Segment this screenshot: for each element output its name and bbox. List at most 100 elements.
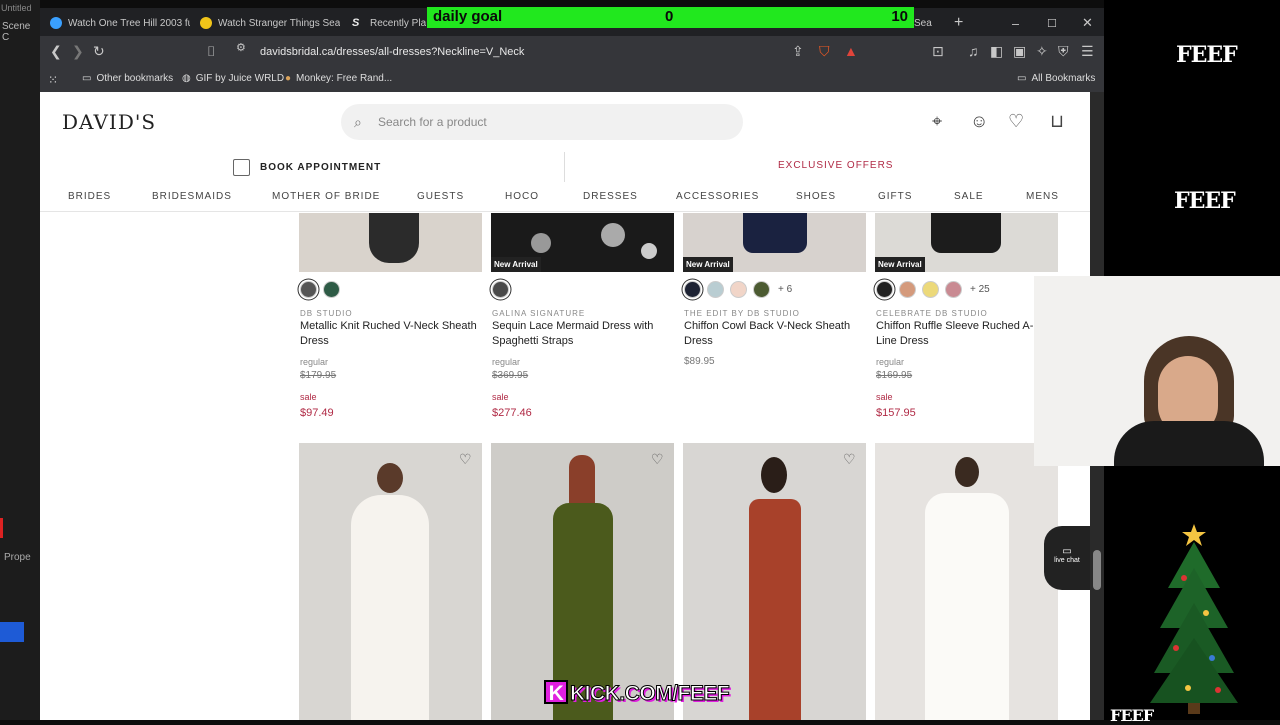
- wallet-icon[interactable]: ▣: [1013, 43, 1026, 59]
- live-chat-button[interactable]: ▭ live chat: [1044, 526, 1090, 590]
- back-icon[interactable]: ❮: [50, 43, 62, 59]
- color-swatch[interactable]: [922, 281, 939, 298]
- nav-mens[interactable]: MENS: [1026, 191, 1059, 202]
- nav-shoes[interactable]: SHOES: [796, 191, 836, 202]
- brave-shield-icon[interactable]: ⛉: [819, 43, 830, 59]
- feef-logo: FEEF: [1110, 706, 1154, 725]
- search-input[interactable]: ⌕ Search for a product: [341, 104, 743, 140]
- more-colors[interactable]: + 6: [778, 284, 792, 295]
- bookmark-icon[interactable]: ⌷: [207, 43, 215, 59]
- music-icon[interactable]: ♫: [968, 43, 979, 59]
- menu-icon[interactable]: ☰: [1081, 43, 1094, 59]
- product-brand: THE EDIT BY DB STUDIO: [684, 309, 800, 318]
- color-swatch[interactable]: [753, 281, 770, 298]
- tab-recently-played[interactable]: S Recently Playe: [352, 12, 426, 34]
- rewards-icon[interactable]: ▲: [844, 43, 858, 59]
- ai-icon[interactable]: ✧: [1036, 43, 1048, 59]
- bookmark-other[interactable]: ▭ Other bookmarks: [82, 73, 173, 84]
- account-icon[interactable]: ☺: [970, 111, 988, 132]
- product-image[interactable]: ♡: [491, 443, 674, 720]
- sale-price: $97.49: [300, 407, 334, 419]
- close-icon[interactable]: ✕: [1082, 12, 1093, 34]
- nav-dresses[interactable]: DRESSES: [583, 191, 638, 202]
- product-image[interactable]: [875, 443, 1058, 720]
- sidebar-icon[interactable]: ◧: [990, 43, 1003, 59]
- color-swatch[interactable]: [492, 281, 509, 298]
- reload-icon[interactable]: ↻: [93, 43, 105, 59]
- nav-gifts[interactable]: GIFTS: [878, 191, 912, 202]
- tab-one-tree-hill[interactable]: Watch One Tree Hill 2003 fu: [50, 12, 190, 34]
- goal-current: 0: [665, 8, 674, 25]
- new-arrival-badge: New Arrival: [683, 257, 733, 272]
- webcam-feed: [1034, 276, 1280, 466]
- product-name[interactable]: Chiffon Ruffle Sleeve Ruched A-Line Dres…: [876, 319, 1036, 349]
- product-image[interactable]: ♡: [299, 443, 482, 720]
- color-swatch[interactable]: [945, 281, 962, 298]
- product-image[interactable]: New Arrival: [683, 213, 866, 272]
- product-brand: GALINA SIGNATURE: [492, 309, 586, 318]
- sale-price: $157.95: [876, 407, 916, 419]
- site-settings-icon[interactable]: ⚙: [236, 40, 246, 56]
- nav-sale[interactable]: SALE: [954, 191, 984, 202]
- address-bar[interactable]: ⚙ davidsbridal.ca/dresses/all-dresses?Ne…: [224, 40, 814, 64]
- color-swatch[interactable]: [323, 281, 340, 298]
- scrollbar-thumb[interactable]: [1093, 550, 1101, 590]
- screenshot-icon[interactable]: ⊡: [932, 43, 944, 59]
- product-name[interactable]: Chiffon Cowl Back V-Neck Sheath Dress: [684, 319, 864, 349]
- bookmark-gif[interactable]: ◍ GIF by Juice WRLD: [182, 73, 284, 84]
- location-icon[interactable]: ⌖: [932, 111, 942, 132]
- goal-label: daily goal: [433, 8, 503, 25]
- bookmark-monkey[interactable]: ● Monkey: Free Rand...: [285, 73, 392, 84]
- product-name[interactable]: Metallic Knit Ruched V-Neck Sheath Dress: [300, 319, 480, 349]
- product-image[interactable]: New Arrival: [491, 213, 674, 272]
- more-colors[interactable]: + 25: [970, 284, 990, 295]
- obs-side-panel: Untitled Scene C Prope: [0, 0, 40, 720]
- obs-scene-label: Scene C: [2, 21, 31, 43]
- color-swatch[interactable]: [899, 281, 916, 298]
- nav-accessories[interactable]: ACCESSORIES: [676, 191, 759, 202]
- obs-properties-label[interactable]: Prope: [4, 552, 31, 563]
- nav-brides[interactable]: BRIDES: [68, 191, 111, 202]
- product-name[interactable]: Sequin Lace Mermaid Dress with Spaghetti…: [492, 319, 672, 349]
- apps-icon[interactable]: ⁙: [48, 73, 58, 87]
- color-swatch[interactable]: [684, 281, 701, 298]
- bag-icon[interactable]: ⊔: [1050, 111, 1064, 132]
- nav-bridesmaids[interactable]: BRIDESMAIDS: [152, 191, 232, 202]
- color-swatch[interactable]: [300, 281, 317, 298]
- exclusive-offers-link[interactable]: EXCLUSIVE OFFERS: [778, 160, 893, 171]
- color-swatch[interactable]: [707, 281, 724, 298]
- maximize-icon[interactable]: ☐: [1047, 12, 1057, 34]
- regular-label: regular: [300, 357, 329, 367]
- site-logo[interactable]: DAVID'S: [62, 110, 156, 134]
- nav-hoco[interactable]: HOCO: [505, 191, 539, 202]
- wishlist-icon[interactable]: ♡: [1008, 111, 1024, 132]
- obs-blue-button[interactable]: [0, 622, 24, 642]
- obs-red-marker: [0, 518, 3, 538]
- wishlist-heart-icon[interactable]: ♡: [651, 451, 664, 468]
- book-appointment-link[interactable]: BOOK APPOINTMENT: [233, 159, 381, 176]
- sale-label: sale: [300, 392, 317, 402]
- color-swatch[interactable]: [730, 281, 747, 298]
- web-page: DAVID'S ⌕ Search for a product ⌖ ☺ ♡ ⊔ B…: [40, 92, 1090, 720]
- vpn-icon[interactable]: ⛨: [1058, 43, 1069, 59]
- share-icon[interactable]: ⇪: [792, 43, 804, 59]
- minimize-icon[interactable]: –: [1012, 12, 1019, 34]
- calendar-icon: [233, 159, 250, 176]
- color-swatch[interactable]: [876, 281, 893, 298]
- main-nav: BRIDES BRIDESMAIDS MOTHER OF BRIDE GUEST…: [40, 182, 1090, 212]
- tab-partial[interactable]: Sea: [914, 12, 940, 34]
- product-image[interactable]: ♡: [683, 443, 866, 720]
- bookmark-label: Other bookmarks: [96, 73, 174, 84]
- product-price: $89.95: [684, 356, 715, 367]
- product-image[interactable]: [299, 213, 482, 272]
- forward-icon[interactable]: ❯: [72, 43, 84, 59]
- tab-stranger-things[interactable]: Watch Stranger Things Seas: [200, 12, 340, 34]
- wishlist-heart-icon[interactable]: ♡: [843, 451, 856, 468]
- bookmark-all[interactable]: ▭ All Bookmarks: [1017, 73, 1095, 84]
- wishlist-heart-icon[interactable]: ♡: [459, 451, 472, 468]
- nav-guests[interactable]: GUESTS: [417, 191, 464, 202]
- new-tab-icon[interactable]: +: [954, 12, 963, 34]
- nav-mother-of-bride[interactable]: MOTHER OF BRIDE: [272, 191, 380, 202]
- product-image[interactable]: New Arrival: [875, 213, 1058, 272]
- obs-untitled-label: Untitled: [1, 3, 32, 13]
